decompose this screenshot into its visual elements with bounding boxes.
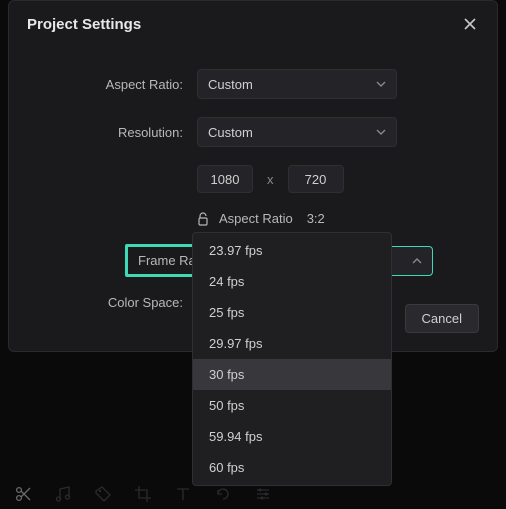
crop-icon[interactable]: [134, 485, 152, 503]
text-icon[interactable]: [174, 485, 192, 503]
chevron-down-icon: [376, 127, 386, 137]
dialog-title: Project Settings: [27, 16, 141, 33]
aspect-ratio-value: Custom: [208, 77, 253, 92]
close-icon: [463, 17, 477, 31]
undo-icon[interactable]: [214, 485, 232, 503]
frame-rate-option[interactable]: 29.97 fps: [193, 328, 391, 359]
frame-rate-option[interactable]: 24 fps: [193, 266, 391, 297]
sliders-icon[interactable]: [254, 485, 272, 503]
tag-icon[interactable]: [94, 485, 112, 503]
chevron-up-icon: [412, 256, 422, 266]
frame-rate-option[interactable]: 25 fps: [193, 297, 391, 328]
resolution-label: Resolution:: [27, 125, 197, 140]
lock-aspect-value: 3:2: [307, 211, 325, 226]
aspect-ratio-select[interactable]: Custom: [197, 69, 397, 99]
bottom-toolbar: [14, 485, 272, 503]
cancel-button[interactable]: Cancel: [405, 304, 479, 333]
frame-rate-option[interactable]: 23.97 fps: [193, 235, 391, 266]
frame-rate-option[interactable]: 50 fps: [193, 390, 391, 421]
dimension-separator: x: [267, 172, 274, 187]
close-button[interactable]: [461, 15, 479, 33]
color-space-label: Color Space:: [27, 295, 197, 310]
width-input[interactable]: 1080: [197, 165, 253, 193]
chevron-down-icon: [376, 79, 386, 89]
frame-rate-option[interactable]: 30 fps: [193, 359, 391, 390]
unlock-icon: [197, 212, 209, 226]
resolution-select[interactable]: Custom: [197, 117, 397, 147]
lock-aspect-label: Aspect Ratio: [219, 211, 293, 226]
frame-rate-option[interactable]: 59.94 fps: [193, 421, 391, 452]
scissors-icon[interactable]: [14, 485, 32, 503]
frame-rate-dropdown[interactable]: 23.97 fps24 fps25 fps29.97 fps30 fps50 f…: [192, 232, 392, 486]
height-input[interactable]: 720: [288, 165, 344, 193]
resolution-value: Custom: [208, 125, 253, 140]
music-icon[interactable]: [54, 485, 72, 503]
frame-rate-option[interactable]: 60 fps: [193, 452, 391, 483]
aspect-ratio-label: Aspect Ratio:: [27, 77, 197, 92]
